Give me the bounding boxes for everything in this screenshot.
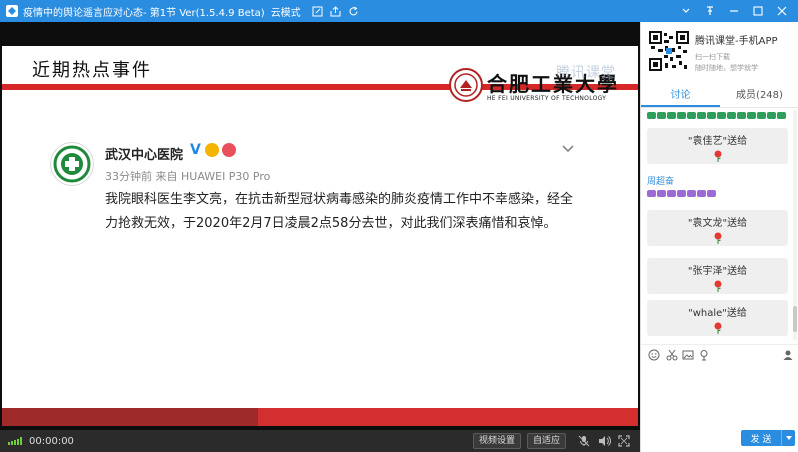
gift-text: "whale"送给 xyxy=(688,308,747,319)
chat-toolbar xyxy=(641,344,798,364)
slide-title: 近期热点事件 xyxy=(32,60,152,81)
emoji-row xyxy=(647,112,787,119)
title-bar: 疫情中的舆论遥言应对心态- 第1节 Ver(1.5.4.9 Beta) 云模式 xyxy=(0,0,798,22)
pin-icon[interactable] xyxy=(698,0,722,22)
gift-text: "袁佳艺"送给 xyxy=(687,136,748,147)
signal-icon xyxy=(8,437,23,445)
minimize-icon[interactable] xyxy=(722,0,746,22)
flower-gift-icon[interactable] xyxy=(697,348,710,361)
post-meta: 33分钟前 来自 HUAWEI P30 Pro xyxy=(105,170,271,183)
gift-text: "张宇泽"送给 xyxy=(687,266,748,277)
qr-code-icon[interactable] xyxy=(649,31,689,71)
volume-icon[interactable] xyxy=(596,433,612,449)
elapsed-time: 00:00:00 xyxy=(29,435,74,447)
cloud-mode-label: 云模式 xyxy=(270,7,301,19)
slide: 近期热点事件 合肥工業大學 HE FEI UNIVERSITY OF TECHN… xyxy=(2,46,638,426)
microphone-icon[interactable] xyxy=(576,433,592,449)
emoji-icon[interactable] xyxy=(647,348,660,361)
playback-controls: 00:00:00 视频设置 自适应 xyxy=(0,430,640,452)
collapse-icon[interactable] xyxy=(674,0,698,22)
refresh-icon[interactable] xyxy=(345,0,363,22)
edit-icon[interactable] xyxy=(309,0,327,22)
tab-discussion[interactable]: 讨论 xyxy=(641,86,720,107)
post-body: 我院眼科医生李文亮，在抗击新型冠状病毒感染的肺炎疫情工作中不幸感染，经全力抢救无… xyxy=(105,192,574,231)
app-logo-icon xyxy=(6,5,18,17)
rose-icon xyxy=(713,319,723,334)
scissors-icon[interactable] xyxy=(665,348,678,361)
emoji-badge-icon xyxy=(204,143,219,157)
slide-footer xyxy=(2,408,638,426)
promo-title: 腾讯课堂-手机APP xyxy=(695,36,778,47)
university-english-name: HE FEI UNIVERSITY OF TECHNOLOGY xyxy=(487,95,607,102)
send-button[interactable]: 发 送 xyxy=(741,430,795,446)
chevron-down-icon[interactable] xyxy=(560,140,576,156)
chat-gift-message: "袁文龙"送给 xyxy=(647,210,788,246)
university-seal-icon xyxy=(449,68,483,102)
rose-icon xyxy=(713,147,723,162)
weibo-post: 武汉中心医院 V 33分钟前 来自 HUAWEI P30 Pro 我院眼科医生李… xyxy=(2,102,638,402)
rose-icon xyxy=(713,277,723,292)
send-options-chevron-icon[interactable] xyxy=(781,430,795,446)
image-icon[interactable] xyxy=(681,348,694,361)
rose-icon xyxy=(713,229,723,244)
gift-text: "袁文龙"送给 xyxy=(687,218,748,229)
chat-scrollbar-thumb[interactable] xyxy=(793,306,797,332)
panel-tabs: 讨论 成员(248) xyxy=(641,86,798,108)
chat-input[interactable] xyxy=(641,366,798,430)
app-window: 疫情中的舆论遥言应对心态- 第1节 Ver(1.5.4.9 Beta) 云模式 xyxy=(0,0,798,452)
hospital-logo-icon xyxy=(50,142,94,186)
chat-list: "袁佳艺"送给 周超奋 "袁文龙"送给 "张宇泽"送给 "whale"送给 xyxy=(641,110,798,340)
verified-icon: V xyxy=(190,142,201,158)
promo-scan-text: 扫一扫下载 xyxy=(695,53,730,61)
chat-sender-name: 周超奋 xyxy=(647,177,675,187)
side-panel: 腾讯课堂-手机APP 扫一扫下载 随时随地，想学就学 讨论 成员(248) "袁… xyxy=(640,22,798,452)
video-settings-button[interactable]: 视频设置 xyxy=(472,433,521,449)
app-promo: 腾讯课堂-手机APP 扫一扫下载 随时随地，想学就学 xyxy=(641,22,798,82)
heart-badge-icon xyxy=(221,143,236,157)
video-area: 近期热点事件 合肥工業大學 HE FEI UNIVERSITY OF TECHN… xyxy=(0,22,640,430)
chat-gift-message: "whale"送给 xyxy=(647,300,788,336)
fullscreen-icon[interactable] xyxy=(616,433,632,449)
window-title: 疫情中的舆论遥言应对心态- 第1节 Ver(1.5.4.9 Beta) xyxy=(23,7,265,19)
chat-gift-message: "袁佳艺"送给 xyxy=(647,128,788,164)
footer-dark-band xyxy=(2,408,258,426)
promo-slogan: 随时随地，想学就学 xyxy=(695,64,758,72)
chat-gift-message: "张宇泽"送给 xyxy=(647,258,788,294)
send-button-label: 发 送 xyxy=(750,434,772,445)
footer-light-band xyxy=(258,408,638,426)
close-icon[interactable] xyxy=(770,0,794,22)
chat-scrollbar[interactable] xyxy=(793,110,797,340)
tab-members[interactable]: 成员(248) xyxy=(720,86,798,107)
auto-fit-button[interactable]: 自适应 xyxy=(526,433,566,449)
post-author: 武汉中心医院 xyxy=(105,148,184,163)
post-badges: V xyxy=(190,142,239,158)
rocket-emoji-row xyxy=(647,190,717,197)
maximize-icon[interactable] xyxy=(746,0,770,22)
watermark: 腾讯课堂 xyxy=(556,65,616,81)
share-icon[interactable] xyxy=(327,0,345,22)
user-icon[interactable] xyxy=(781,348,794,361)
